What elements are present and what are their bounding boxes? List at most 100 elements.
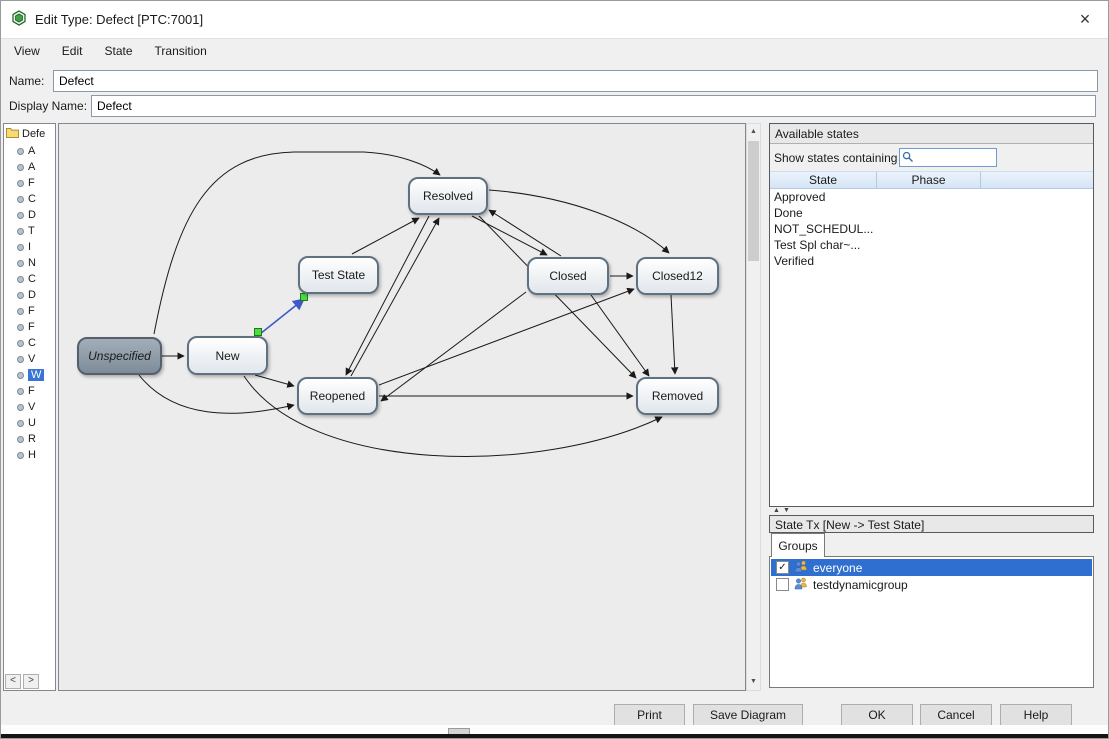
state-row[interactable]: Test Spl char~... (770, 237, 1093, 253)
display-name-input[interactable] (91, 95, 1096, 117)
tree-item[interactable]: D (4, 207, 55, 223)
group-checkbox[interactable] (776, 578, 789, 591)
ok-button[interactable]: OK (841, 704, 913, 726)
canvas-v-scrollbar[interactable]: ▲ ▼ (746, 123, 761, 691)
state-node-removed[interactable]: Removed (636, 377, 719, 415)
state-bullet-icon (17, 148, 24, 155)
window-title: Edit Type: Defect [PTC:7001] (35, 12, 203, 27)
close-icon[interactable]: × (1070, 7, 1100, 32)
column-header-phase[interactable]: Phase (877, 171, 981, 189)
state-node-resolved[interactable]: Resolved (408, 177, 488, 215)
state-bullet-icon (17, 212, 24, 219)
group-row-testdynamicgroup[interactable]: testdynamicgroup (771, 576, 1092, 593)
state-bullet-icon (17, 244, 24, 251)
search-icon (902, 151, 914, 166)
titlebar: Edit Type: Defect [PTC:7001] × (1, 1, 1108, 38)
menu-state[interactable]: State (93, 41, 143, 61)
bottom-strip (1, 725, 1108, 734)
tree-item[interactable]: U (4, 415, 55, 431)
tree-item[interactable]: F (4, 303, 55, 319)
state-bullet-icon (17, 228, 24, 235)
available-states-header: Available states (770, 124, 1093, 144)
transition-handle[interactable] (301, 294, 308, 301)
state-row[interactable]: Verified (770, 253, 1093, 269)
state-node-reopened[interactable]: Reopened (297, 377, 378, 415)
print-button[interactable]: Print (614, 704, 685, 726)
tab-groups[interactable]: Groups (771, 533, 825, 557)
tree-item[interactable]: N (4, 255, 55, 271)
state-bullet-icon (17, 372, 24, 379)
filter-label: Show states containing (774, 151, 897, 165)
tree-item[interactable]: A (4, 159, 55, 175)
state-row[interactable]: NOT_SCHEDUL... (770, 221, 1093, 237)
tree-item[interactable]: A (4, 143, 55, 159)
state-bullet-icon (17, 308, 24, 315)
tree-item[interactable]: C (4, 335, 55, 351)
states-list: Approved Done NOT_SCHEDUL... Test Spl ch… (770, 189, 1093, 269)
state-node-new[interactable]: New (187, 336, 268, 375)
state-node-closed[interactable]: Closed (527, 257, 609, 295)
panel-splitter[interactable]: ▲ ▼ (769, 507, 1094, 515)
state-node-unspecified[interactable]: Unspecified (77, 337, 162, 375)
folder-icon (6, 127, 19, 141)
tree-item[interactable]: T (4, 223, 55, 239)
state-bullet-icon (17, 196, 24, 203)
splitter-up-icon[interactable]: ▲ (773, 507, 780, 515)
menu-transition[interactable]: Transition (144, 41, 218, 61)
tree-item[interactable]: R (4, 431, 55, 447)
scroll-up-icon[interactable]: ▲ (747, 124, 760, 140)
name-label: Name: (9, 74, 44, 88)
state-bullet-icon (17, 260, 24, 267)
workflow-canvas[interactable]: Unspecified New Test State Resolved Clos… (58, 123, 746, 691)
right-panel: Available states Show states containing … (769, 123, 1094, 691)
tree-item[interactable]: D (4, 287, 55, 303)
tree-item[interactable]: F (4, 383, 55, 399)
states-filter-row: Show states containing (770, 144, 1093, 171)
type-tree-panel: Defe A A F C D T I N C D F F C V W F V U… (3, 123, 56, 691)
group-name: testdynamicgroup (813, 578, 908, 592)
transition-handle[interactable] (255, 329, 262, 336)
tree-item[interactable]: C (4, 191, 55, 207)
tree-item[interactable]: C (4, 271, 55, 287)
help-button[interactable]: Help (1000, 704, 1072, 726)
state-bullet-icon (17, 164, 24, 171)
column-header-state[interactable]: State (770, 171, 877, 189)
state-bullet-icon (17, 436, 24, 443)
selected-transition[interactable] (260, 299, 304, 334)
state-row[interactable]: Done (770, 205, 1093, 221)
tree-item[interactable]: V (4, 399, 55, 415)
scrollbar-thumb[interactable] (748, 141, 759, 261)
tree-item[interactable]: H (4, 447, 55, 463)
group-checkbox[interactable]: ✓ (776, 561, 789, 574)
scroll-left-icon[interactable]: < (5, 674, 21, 689)
state-bullet-icon (17, 420, 24, 427)
tree-h-scrollbar: < > (5, 674, 39, 689)
state-bullet-icon (17, 324, 24, 331)
splitter-down-icon[interactable]: ▼ (783, 507, 790, 515)
state-node-closed12[interactable]: Closed12 (636, 257, 719, 295)
state-node-test-state[interactable]: Test State (298, 256, 379, 294)
scroll-down-icon[interactable]: ▼ (747, 674, 760, 690)
tree-item[interactable]: I (4, 239, 55, 255)
state-tx-header: State Tx [New -> Test State] (769, 515, 1094, 533)
tree-item[interactable]: F (4, 319, 55, 335)
state-bullet-icon (17, 388, 24, 395)
tree-item[interactable]: F (4, 175, 55, 191)
group-row-everyone[interactable]: ✓ everyone (771, 559, 1092, 576)
display-name-label: Display Name: (9, 99, 87, 113)
state-bullet-icon (17, 180, 24, 187)
tree-root-defect[interactable]: Defe (4, 124, 55, 143)
tree-item[interactable]: V (4, 351, 55, 367)
group-icon (794, 560, 808, 576)
taskbar-edge (1, 734, 1108, 738)
cancel-button[interactable]: Cancel (920, 704, 992, 726)
name-input[interactable] (53, 70, 1098, 92)
menu-edit[interactable]: Edit (51, 41, 94, 61)
menu-view[interactable]: View (3, 41, 51, 61)
state-row[interactable]: Approved (770, 189, 1093, 205)
column-header-filler (981, 171, 1093, 189)
scroll-right-icon[interactable]: > (23, 674, 39, 689)
save-diagram-button[interactable]: Save Diagram (693, 704, 803, 726)
groups-list: ✓ everyone (769, 556, 1094, 688)
tree-item-selected[interactable]: W (4, 367, 55, 383)
